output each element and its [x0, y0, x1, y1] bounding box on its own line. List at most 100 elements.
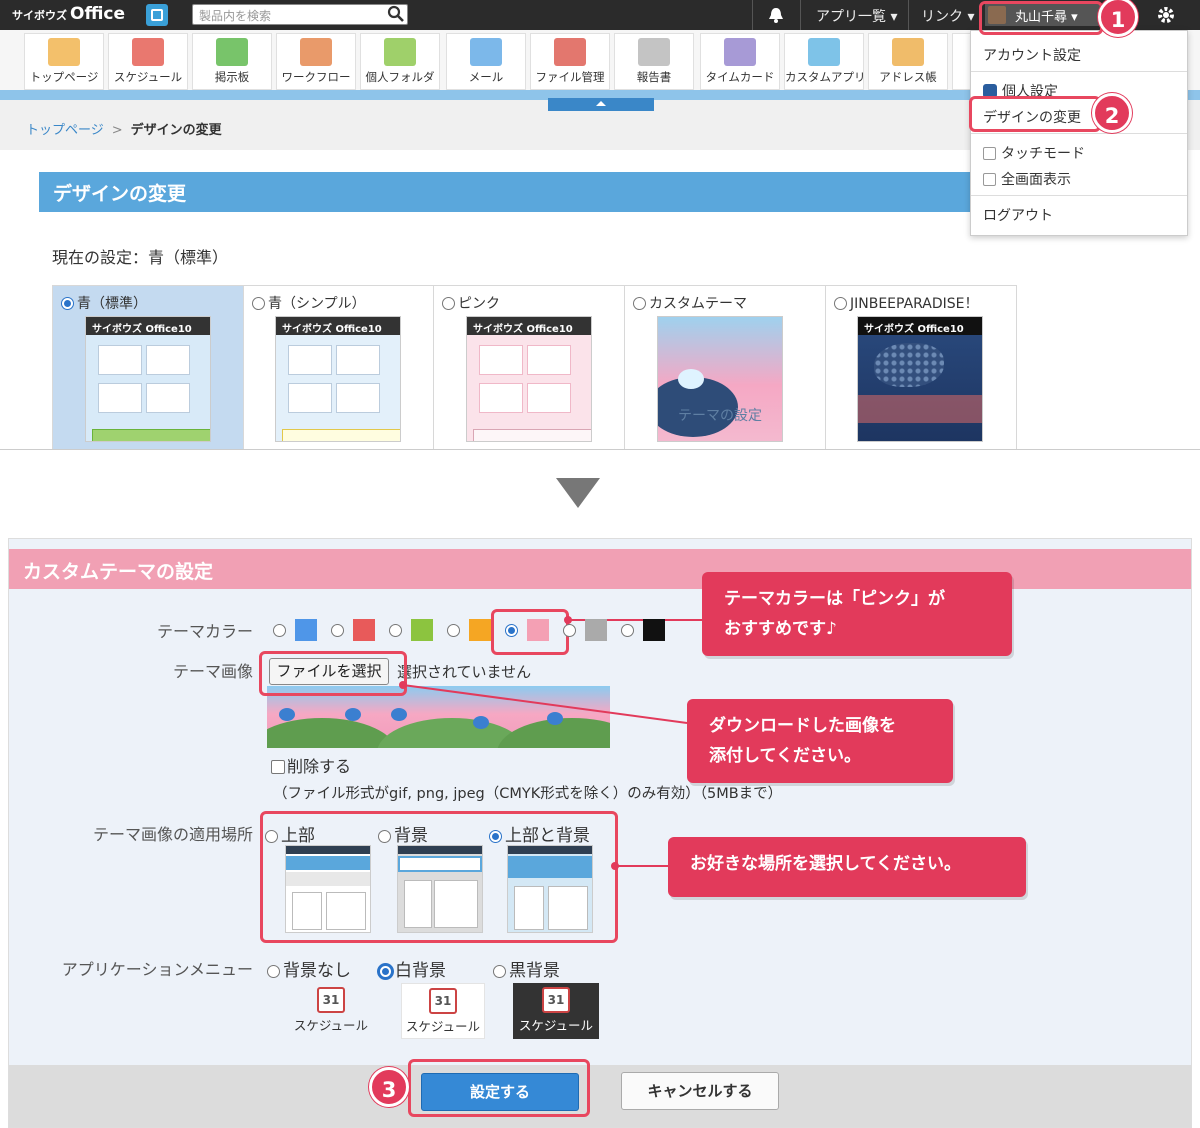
file-format-note: （ファイル形式がgif, png, jpeg（CMYK形式を除く）のみ有効）（5…	[273, 786, 783, 802]
breadcrumb-current: デザインの変更	[130, 123, 222, 138]
theme-preview: テーマの設定	[657, 316, 783, 442]
address-book-icon	[892, 38, 924, 66]
color-radio[interactable]	[273, 624, 286, 637]
app-tile-address[interactable]: アドレス帳	[868, 33, 948, 90]
theme-image-label: テーマ画像	[172, 662, 253, 681]
app-tile-files[interactable]: ファイル管理	[530, 33, 610, 90]
callout-color-tip: テーマカラーは「ピンク」が おすすめです♪	[702, 572, 1012, 656]
theme-radio[interactable]	[442, 297, 455, 310]
breadcrumb-home-link[interactable]: トップページ	[26, 123, 104, 138]
theme-radio[interactable]	[633, 297, 646, 310]
checkbox[interactable]	[983, 147, 996, 160]
menu-option-none[interactable]: 背景なし	[267, 956, 351, 981]
search-icon[interactable]	[387, 5, 405, 23]
menu-item-account[interactable]: アカウント設定	[983, 45, 1081, 65]
workflow-icon	[300, 38, 332, 66]
theme-radio[interactable]	[252, 297, 265, 310]
theme-option-blue-simple[interactable]: 青（シンプル） サイボウズ Office10	[243, 285, 434, 449]
menu-radio[interactable]	[493, 965, 506, 978]
color-swatch[interactable]	[353, 619, 375, 641]
theme-preview: サイボウズ Office10	[466, 316, 592, 442]
menu-option-white[interactable]: 白背景	[379, 956, 446, 981]
timecard-icon	[724, 38, 756, 66]
theme-preview: サイボウズ Office10	[857, 316, 983, 442]
highlight-placement	[260, 811, 618, 943]
app-tile-report[interactable]: 報告書	[614, 33, 694, 90]
app-tile-workflow[interactable]: ワークフロー	[276, 33, 356, 90]
button-bar	[9, 1065, 1191, 1127]
color-swatch[interactable]	[469, 619, 491, 641]
divider	[908, 0, 909, 30]
blocks-icon	[808, 38, 840, 66]
custom-theme-screenshot: カスタムテーマの設定 テーマカラー テーマ画像 ファイルを選択 選択されていませ…	[8, 538, 1192, 1128]
callout-image-tip: ダウンロードした画像を 添付してください。	[687, 699, 953, 783]
checkbox[interactable]	[271, 760, 285, 774]
theme-option-pink[interactable]: ピンク サイボウズ Office10	[433, 285, 625, 449]
board-icon	[216, 38, 248, 66]
calendar-icon: 31	[317, 987, 345, 1013]
color-swatch[interactable]	[527, 619, 549, 641]
folder-icon	[384, 38, 416, 66]
highlight-file-button	[259, 651, 407, 696]
theme-radio[interactable]	[61, 297, 74, 310]
color-swatch[interactable]	[411, 619, 433, 641]
app-tile-custom[interactable]: カスタムアプリ	[784, 33, 864, 90]
color-radio[interactable]	[389, 624, 402, 637]
breadcrumb: トップページ > デザインの変更	[26, 123, 222, 138]
theme-color-label: テーマカラー	[156, 622, 253, 641]
image-placement-label: テーマ画像の適用場所	[92, 825, 253, 844]
app-tile-schedule[interactable]: スケジュール	[108, 33, 188, 90]
user-dropdown-menu: アカウント設定 個人設定 デザインの変更 タッチモード 全画面表示 ログアウト	[970, 30, 1188, 236]
color-radio[interactable]	[447, 624, 460, 637]
callout-connector	[399, 681, 688, 724]
menu-radio[interactable]	[267, 965, 280, 978]
theme-option-custom[interactable]: カスタムテーマ テーマの設定	[624, 285, 826, 449]
color-swatch[interactable]	[643, 619, 665, 641]
color-swatch[interactable]	[585, 619, 607, 641]
app-tile-top[interactable]: トップページ	[24, 33, 104, 90]
theme-settings-link[interactable]: テーマの設定	[658, 405, 782, 425]
cube-icon[interactable]	[146, 4, 168, 26]
app-list-menu[interactable]: アプリ一覧 ▾	[816, 6, 897, 26]
menu-item-logout[interactable]: ログアウト	[983, 205, 1053, 225]
color-radio[interactable]	[331, 624, 344, 637]
color-radio[interactable]	[505, 624, 518, 637]
color-radio[interactable]	[621, 624, 634, 637]
app-tile-board[interactable]: 掲示板	[192, 33, 272, 90]
gear-icon[interactable]	[1156, 5, 1176, 25]
color-swatch[interactable]	[295, 619, 317, 641]
theme-preview: サイボウズ Office10	[85, 316, 211, 442]
app-tile-folder[interactable]: 個人フォルダ	[360, 33, 440, 90]
menu-preview-none: 31 スケジュール	[289, 983, 373, 1039]
down-arrow-icon	[556, 478, 600, 508]
theme-option-blue-standard[interactable]: 青（標準） サイボウズ Office10	[52, 285, 244, 449]
highlight-design-item	[969, 96, 1101, 132]
current-setting-text: 現在の設定：青（標準）	[52, 248, 229, 267]
color-radio[interactable]	[563, 624, 576, 637]
bell-icon[interactable]	[767, 6, 785, 24]
product-logo[interactable]: サイボウズ Office	[12, 4, 125, 24]
menu-item-fullscreen[interactable]: 全画面表示	[983, 169, 1071, 189]
step-badge-3: 3	[369, 1067, 409, 1107]
menu-radio[interactable]	[379, 965, 392, 978]
checkbox[interactable]	[983, 173, 996, 186]
app-tile-mail[interactable]: メール	[446, 33, 526, 90]
mail-icon	[470, 38, 502, 66]
collapse-app-menu-tab[interactable]	[548, 98, 654, 111]
section-title: カスタムテーマの設定	[9, 549, 1191, 589]
calendar-icon	[132, 38, 164, 66]
theme-option-jinbee[interactable]: JINBEEPARADISE！ サイボウズ Office10	[825, 285, 1017, 449]
cancel-button[interactable]: キャンセルする	[621, 1072, 779, 1110]
menu-item-touch-mode[interactable]: タッチモード	[983, 143, 1085, 163]
menu-option-black[interactable]: 黒背景	[493, 956, 560, 981]
menu-preview-white: 31 スケジュール	[401, 983, 485, 1039]
delete-image-checkbox[interactable]: 削除する	[271, 753, 351, 777]
links-menu[interactable]: リンク ▾	[921, 6, 974, 26]
divider	[800, 0, 801, 30]
connector-dot	[564, 616, 572, 624]
app-tile-timecard[interactable]: タイムカード	[700, 33, 780, 90]
step-badge-2: 2	[1092, 93, 1132, 133]
search-input[interactable]: 製品内を検索	[192, 4, 408, 25]
theme-radio[interactable]	[834, 297, 847, 310]
design-settings-screenshot: サイボウズ Office 製品内を検索 アプリ一覧 ▾ リンク ▾ 丸山千尋 ▾ …	[0, 0, 1200, 450]
